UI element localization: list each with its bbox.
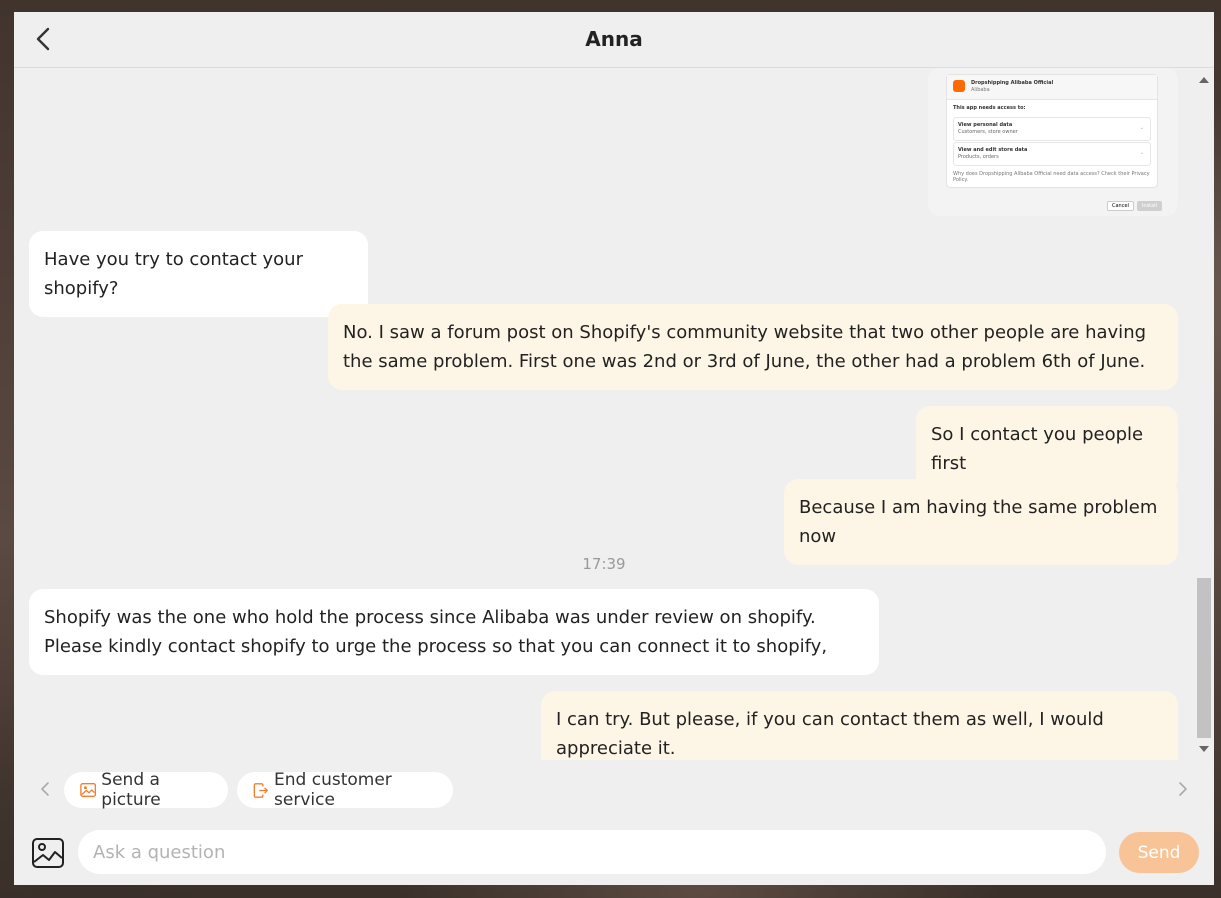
image-message[interactable]: Dropshipping Alibaba Official Alibaba Th… <box>928 68 1178 216</box>
chat-header: Anna <box>14 12 1214 68</box>
chevron-left-icon <box>41 782 49 796</box>
page-title: Anna <box>585 27 643 51</box>
image-upload-icon <box>32 838 64 868</box>
alibaba-logo-icon <box>953 80 965 92</box>
end-customer-service-label: End customer service <box>274 770 392 810</box>
message-bubble-agent: Shopify was the one who hold the process… <box>29 589 879 675</box>
chevron-down-icon: ⌄ <box>1139 150 1144 156</box>
message-bubble-user: I can try. But please, if you can contac… <box>541 691 1178 760</box>
quick-actions-prev-button[interactable] <box>38 780 54 798</box>
ask-question-input[interactable] <box>78 830 1106 874</box>
upload-image-button[interactable] <box>31 837 65 869</box>
exit-icon <box>253 782 269 798</box>
message-timestamp: 17:39 <box>582 555 626 573</box>
message-composer: Send <box>14 820 1214 885</box>
quick-actions-bar: Send a picture End customer service <box>14 760 1214 820</box>
scroll-up-icon[interactable] <box>1199 77 1209 83</box>
send-picture-button[interactable]: Send a picture <box>64 770 228 810</box>
message-bubble-user: Because I am having the same problem now <box>784 479 1178 565</box>
message-bubble-agent: Have you try to contact your shopify? <box>29 231 368 317</box>
scrollbar[interactable] <box>1195 68 1214 760</box>
send-picture-label: Send a picture <box>101 770 161 810</box>
end-customer-service-button[interactable]: End customer service <box>237 770 453 810</box>
message-list: Dropshipping Alibaba Official Alibaba Th… <box>14 68 1194 760</box>
scroll-down-icon[interactable] <box>1199 746 1209 752</box>
scrollbar-thumb[interactable] <box>1197 578 1211 738</box>
chat-window: Anna Dropshipping Alibaba Official Aliba… <box>14 12 1214 885</box>
send-button[interactable]: Send <box>1119 832 1199 873</box>
quick-actions-next-button[interactable] <box>1174 780 1190 798</box>
message-bubble-user: No. I saw a forum post on Shopify's comm… <box>328 304 1178 390</box>
chevron-right-icon <box>1179 782 1187 796</box>
chevron-down-icon: ⌄ <box>1139 125 1144 131</box>
screenshot-image: Dropshipping Alibaba Official Alibaba Th… <box>946 74 1158 188</box>
picture-icon <box>80 782 97 798</box>
